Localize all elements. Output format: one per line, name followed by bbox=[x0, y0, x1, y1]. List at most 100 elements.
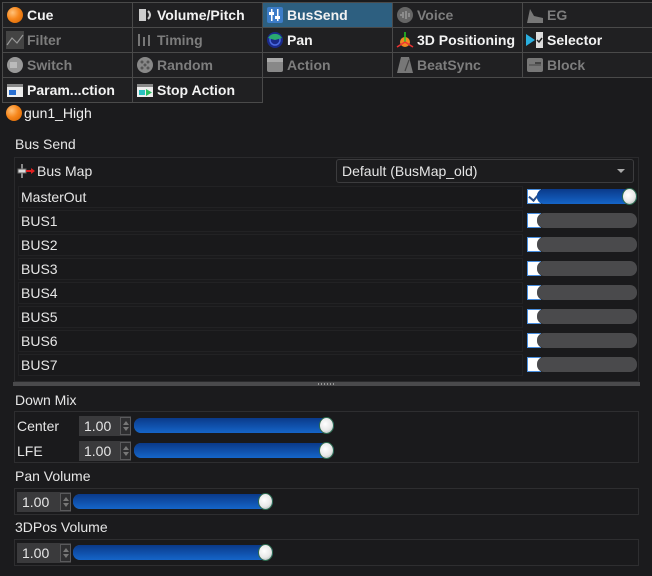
center-spinbox[interactable]: 1.00 bbox=[79, 416, 131, 436]
slider-fill bbox=[134, 443, 334, 458]
lfe-label: LFE bbox=[17, 443, 43, 459]
bus-level-slider[interactable] bbox=[537, 261, 637, 276]
center-label: Center bbox=[17, 418, 60, 434]
bus-row: MasterOut bbox=[18, 186, 637, 208]
tab-label: Filter bbox=[27, 32, 62, 48]
tab-label: EG bbox=[547, 7, 568, 23]
cue-title: gun1_High bbox=[6, 104, 92, 122]
switch-icon bbox=[6, 56, 24, 74]
bus-map-icon bbox=[17, 164, 35, 178]
tab-block[interactable]: Block bbox=[522, 52, 652, 78]
bus-name: BUS5 bbox=[18, 306, 523, 328]
tab-pan[interactable]: Pan bbox=[262, 27, 393, 53]
bus-map-dropdown[interactable]: Default (BusMap_old) bbox=[336, 159, 634, 183]
bus-name: BUS4 bbox=[18, 282, 523, 304]
bus-name: BUS1 bbox=[18, 210, 523, 232]
tab-cue[interactable]: Cue bbox=[2, 2, 133, 28]
tab-eg[interactable]: EG bbox=[522, 2, 652, 28]
bus-name: BUS6 bbox=[18, 330, 523, 352]
tab-action[interactable]: Action bbox=[262, 52, 393, 78]
spin-arrows-icon[interactable] bbox=[120, 417, 131, 435]
tab-label: BeatSync bbox=[417, 57, 481, 73]
bus-level-slider[interactable] bbox=[537, 333, 637, 348]
slider-knob[interactable] bbox=[622, 188, 637, 205]
tab-selector[interactable]: Selector bbox=[522, 27, 652, 53]
tab-stop-action[interactable]: Stop Action bbox=[132, 77, 263, 103]
pan-radar-icon bbox=[266, 31, 284, 49]
envelope-icon bbox=[526, 6, 544, 24]
lfe-spinbox[interactable]: 1.00 bbox=[79, 441, 131, 461]
spin-arrows-icon[interactable] bbox=[60, 544, 71, 562]
bus-level-slider[interactable] bbox=[537, 285, 637, 300]
bus-fader-icon bbox=[266, 6, 284, 24]
tab-label: 3D Positioning bbox=[417, 32, 515, 48]
tab-switch[interactable]: Switch bbox=[2, 52, 133, 78]
tab-beatsync[interactable]: BeatSync bbox=[392, 52, 523, 78]
tab-volume-pitch[interactable]: Volume/Pitch bbox=[132, 2, 263, 28]
bus-name: BUS2 bbox=[18, 234, 523, 256]
speaker-icon bbox=[136, 6, 154, 24]
slider-knob[interactable] bbox=[319, 417, 334, 434]
bus-row: BUS1 bbox=[18, 210, 637, 232]
bus-row: BUS4 bbox=[18, 282, 637, 304]
tab-label: Volume/Pitch bbox=[157, 7, 245, 23]
bus-send-panel: Bus Map Default (BusMap_old) MasterOut BU… bbox=[14, 157, 639, 382]
lfe-slider[interactable] bbox=[134, 442, 334, 459]
bus-name: MasterOut bbox=[18, 186, 523, 208]
param-action-icon bbox=[6, 81, 24, 99]
bus-row: BUS2 bbox=[18, 234, 637, 256]
slider-fill bbox=[73, 494, 273, 509]
voice-icon bbox=[396, 6, 414, 24]
bus-row: BUS7 bbox=[18, 354, 637, 376]
3dpos-volume-slider[interactable] bbox=[73, 544, 273, 561]
tab-label: Voice bbox=[417, 7, 454, 23]
bus-map-label: Bus Map bbox=[37, 163, 93, 179]
bus-map-value: Default (BusMap_old) bbox=[342, 163, 478, 179]
tab-label: Timing bbox=[157, 32, 203, 48]
pan-volume-slider[interactable] bbox=[73, 493, 273, 510]
stop-action-icon bbox=[136, 81, 154, 99]
3dpos-volume-spinbox[interactable]: 1.00 bbox=[17, 543, 71, 563]
spin-arrows-icon[interactable] bbox=[120, 442, 131, 460]
tab-label: Param...ction bbox=[27, 82, 115, 98]
tab-label: Pan bbox=[287, 32, 313, 48]
bus-row: BUS5 bbox=[18, 306, 637, 328]
bus-row: BUS3 bbox=[18, 258, 637, 280]
block-icon bbox=[526, 56, 544, 74]
tab-label: Block bbox=[547, 57, 586, 73]
slider-knob[interactable] bbox=[319, 442, 334, 459]
bus-level-slider[interactable] bbox=[537, 188, 637, 205]
bus-level-slider[interactable] bbox=[537, 213, 637, 228]
tab-voice[interactable]: Voice bbox=[392, 2, 523, 28]
tab-3d-positioning[interactable]: 3D Positioning bbox=[392, 27, 523, 53]
slider-knob[interactable] bbox=[258, 493, 273, 510]
tab-label: Stop Action bbox=[157, 82, 236, 98]
tab-filter[interactable]: Filter bbox=[2, 27, 133, 53]
bus-name: BUS3 bbox=[18, 258, 523, 280]
cue-name: gun1_High bbox=[24, 105, 92, 121]
3dpos-volume-group: 1.00 bbox=[14, 539, 639, 566]
tab-random[interactable]: Random bbox=[132, 52, 263, 78]
panel-splitter[interactable] bbox=[13, 382, 640, 386]
tab-timing[interactable]: Timing bbox=[132, 27, 263, 53]
tab-label: BusSend bbox=[287, 7, 348, 23]
pan-volume-spinbox[interactable]: 1.00 bbox=[17, 492, 71, 512]
metronome-icon bbox=[396, 56, 414, 74]
down-mix-group: Center 1.00 LFE 1.00 bbox=[14, 411, 639, 463]
bus-level-slider[interactable] bbox=[537, 237, 637, 252]
slider-knob[interactable] bbox=[258, 544, 273, 561]
spin-arrows-icon[interactable] bbox=[60, 493, 71, 511]
center-slider[interactable] bbox=[134, 417, 334, 434]
bus-level-slider[interactable] bbox=[537, 357, 637, 372]
down-mix-label: Down Mix bbox=[15, 392, 77, 408]
tab-label: Switch bbox=[27, 57, 73, 73]
bus-level-slider[interactable] bbox=[537, 309, 637, 324]
pan-volume-group: 1.00 bbox=[14, 488, 639, 515]
tab-bussend[interactable]: BusSend bbox=[262, 2, 393, 28]
3d-axes-icon bbox=[396, 31, 414, 49]
cue-icon bbox=[6, 105, 22, 121]
tab-param-ction[interactable]: Param...ction bbox=[2, 77, 133, 103]
tab-label: Random bbox=[157, 57, 213, 73]
bus-map-row: Bus Map Default (BusMap_old) bbox=[15, 158, 638, 184]
orange-ball-icon bbox=[6, 6, 24, 24]
